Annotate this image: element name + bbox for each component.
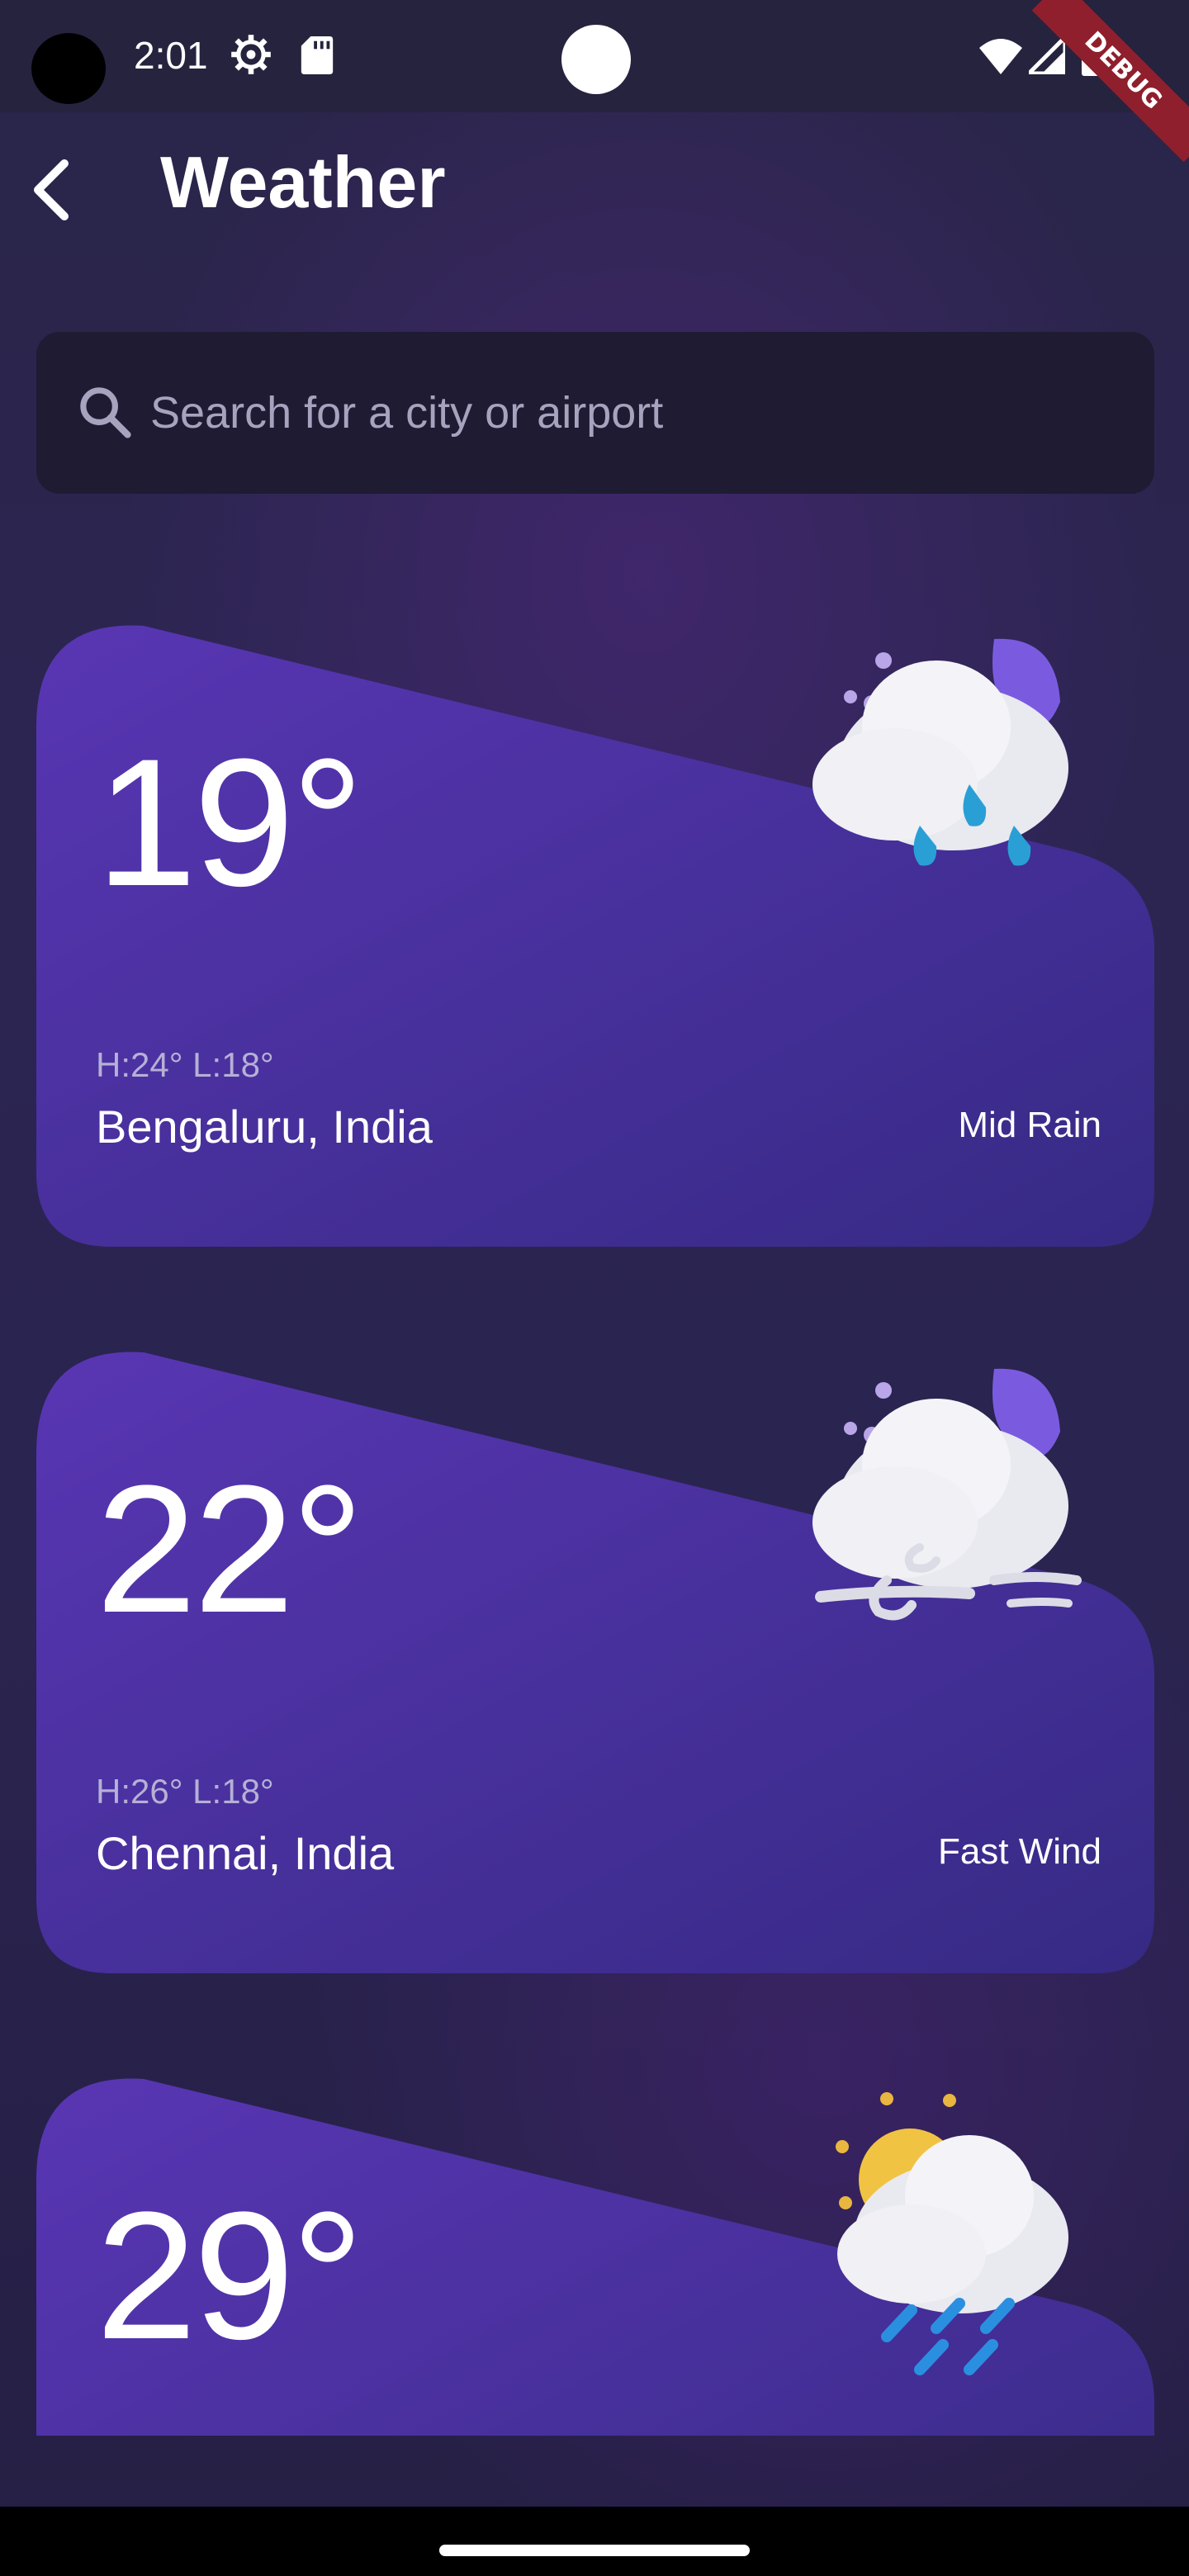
card-temperature: 29°	[96, 2174, 364, 2377]
back-button[interactable]	[25, 157, 83, 223]
moon-cloud-wind-icon	[812, 1368, 1082, 1621]
weather-card[interactable]: 29°	[36, 2072, 1154, 2436]
debug-banner-clip: DEBUG	[983, 0, 1189, 206]
search-input[interactable]	[150, 368, 1100, 457]
card-high-low: H:24° L:18°	[96, 1045, 274, 1084]
home-indicator[interactable]	[439, 2545, 750, 2556]
search-bar[interactable]	[36, 332, 1154, 494]
moon-cloud-rain-icon	[812, 638, 1068, 866]
settings-gear-icon	[231, 35, 271, 74]
weather-card[interactable]: 22° H:26° L:18° Chennai, India Fast Wind	[36, 1346, 1154, 1973]
search-icon	[80, 387, 131, 438]
card-condition: Mid Rain	[958, 1105, 1101, 1145]
sun-cloud-rain-icon	[836, 2092, 1068, 2375]
status-time: 2:01	[134, 34, 208, 77]
card-city: Chennai, India	[96, 1827, 395, 1879]
card-high-low: H:26° L:18°	[96, 1772, 274, 1811]
camera-cutout	[31, 33, 106, 104]
front-camera	[561, 25, 631, 94]
system-navigation-bar	[0, 2507, 1189, 2576]
debug-banner: DEBUG	[1031, 0, 1189, 163]
card-city: Bengaluru, India	[96, 1101, 433, 1153]
weather-card[interactable]: 19° H:24° L:18° Bengaluru, India Mid Rai…	[36, 619, 1154, 1247]
sd-card-icon	[301, 36, 334, 74]
card-temperature: 19°	[96, 721, 364, 924]
card-temperature: 22°	[96, 1447, 364, 1650]
status-bar: 2:01 DEBUG	[0, 0, 1189, 163]
page-title: Weather	[160, 141, 446, 223]
card-condition: Fast Wind	[937, 1831, 1101, 1872]
